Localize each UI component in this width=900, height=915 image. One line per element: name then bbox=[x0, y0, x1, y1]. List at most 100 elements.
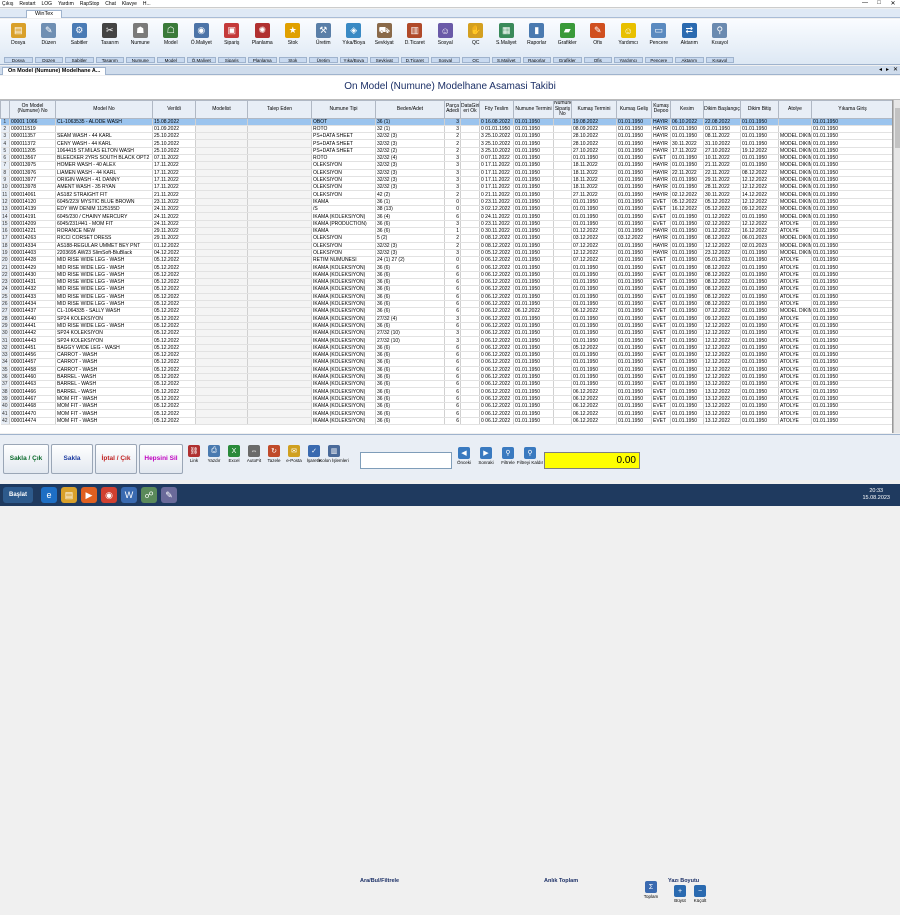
cancel-exit-button[interactable]: İptal / Çık bbox=[95, 444, 137, 474]
column-header[interactable]: Beden/Adet bbox=[375, 100, 445, 119]
tool-button-refresh[interactable]: ↻ Tazele bbox=[266, 445, 282, 475]
menu-item[interactable]: Yardım bbox=[58, 1, 74, 7]
column-header[interactable]: Modelist bbox=[195, 100, 248, 119]
table-row[interactable]: 9 000013977 ORIGIN WASH - 41 DANNY 17.11.20… bbox=[0, 176, 892, 185]
ribbon-button--retim[interactable]: ⚒ Üretim Üretim bbox=[308, 19, 339, 65]
table-row[interactable]: 3 000011357 SEAM WASH - 44 KARL 25.10.2022 P… bbox=[0, 132, 892, 141]
table-row[interactable]: 41 000014470 MOM FIT - WASH 05.12.2022 IKAMA… bbox=[0, 409, 892, 418]
table-row[interactable]: 15 000014209 6045/231/441 - MOM FIT 24.11.2… bbox=[0, 220, 892, 228]
close-button[interactable]: ✕ bbox=[886, 0, 900, 7]
network-icon[interactable]: ☍ bbox=[141, 487, 157, 503]
column-header[interactable]: Atolye bbox=[778, 100, 812, 119]
ribbon-button-ofis[interactable]: ✎ Ofis Ofis bbox=[583, 19, 614, 65]
ribbon-dropdown[interactable]: Ö.Maliyet bbox=[187, 57, 216, 63]
table-row[interactable]: 17 000014263 RICCI CORSET DRESS 29.11.2022 O… bbox=[0, 234, 892, 243]
close-tab-icon[interactable]: ✕ bbox=[893, 66, 898, 73]
ribbon-dropdown[interactable]: Düzen bbox=[34, 57, 63, 63]
ribbon-button-y-ka-boya[interactable]: ◈ Yıka/Boya Yıka/Boya bbox=[339, 19, 370, 65]
wintex-icon[interactable]: W bbox=[121, 487, 137, 503]
font-decrease-button[interactable]: − Küçült bbox=[692, 885, 708, 915]
table-row[interactable]: 34 000014457 CARROT - WASH 05.12.2022 IKAMA … bbox=[0, 358, 892, 367]
table-row[interactable]: 1 00001 1066 CL-1063535 - ALODE WASH 15.08.… bbox=[0, 118, 892, 126]
table-row[interactable]: 35 000014458 CARROT - WASH 05.12.2022 IKAMA … bbox=[0, 366, 892, 374]
menu-item[interactable]: Klavye bbox=[122, 1, 137, 7]
nav-button-arrow-right[interactable]: ▶ Sonraki bbox=[478, 447, 494, 477]
column-header[interactable] bbox=[0, 100, 10, 119]
ribbon-dropdown[interactable]: Sosyal bbox=[431, 57, 460, 63]
table-row[interactable]: 11 000014061 AS182 STRAIGHT FIT 21.11.2022 O… bbox=[0, 190, 892, 199]
ribbon-dropdown[interactable]: Yıka/Boya bbox=[339, 57, 368, 63]
delete-all-button[interactable]: Hepsini Sil bbox=[139, 444, 183, 474]
tool-button-autofit[interactable]: ⇔ AutoFit bbox=[246, 445, 262, 475]
nav-button-filter[interactable]: ⚲ Filtrele bbox=[500, 447, 516, 477]
nav-button-clear-filter[interactable]: ⚲ Filtreyi Kaldır bbox=[517, 447, 543, 477]
ie-icon[interactable]: e bbox=[41, 487, 57, 503]
table-row[interactable]: 12 000014120 6045/223/ MYSTIC BLUE BROWN 23… bbox=[0, 198, 892, 207]
ribbon-dropdown[interactable]: Tasarım bbox=[95, 57, 124, 63]
chevron-right-icon[interactable]: ▸ bbox=[886, 66, 889, 73]
save-exit-button[interactable]: Sakla / Çık bbox=[3, 444, 49, 474]
column-header[interactable]: Numune Tipi bbox=[311, 100, 376, 119]
table-row[interactable]: 25 000014433 MID RISE WIDE LEG - WASH 05.12… bbox=[0, 293, 892, 301]
ribbon-button-model[interactable]: ☖ Model Model bbox=[156, 19, 187, 65]
table-row[interactable]: 14 000014191 6045/230 / CHAINY MERCURY 24.1… bbox=[0, 212, 892, 221]
table-row[interactable]: 20 000014428 MID RISE WIDE LEG - WASH 05.12… bbox=[0, 256, 892, 265]
column-header[interactable]: Verildi bbox=[152, 100, 196, 119]
ribbon-dropdown[interactable]: Grafikler bbox=[553, 57, 582, 63]
tool-button-email[interactable]: ✉ e-Posta bbox=[286, 445, 302, 475]
table-row[interactable]: 28 000014440 SP24 KOLEKSIYON 05.12.2022 IKAM… bbox=[0, 315, 892, 323]
table-row[interactable]: 31 000014443 SP24 KOLEKSIYON 05.12.2022 IKAM… bbox=[0, 336, 892, 345]
ribbon-dropdown[interactable]: Raporlar bbox=[522, 57, 551, 63]
ribbon-button-d-zen[interactable]: ✎ Düzen Düzen bbox=[34, 19, 65, 65]
menu-item[interactable]: Chat bbox=[105, 1, 116, 7]
table-row[interactable]: 32 000014451 BAGGY WIDE LEG - WASH 05.12.20… bbox=[0, 344, 892, 353]
table-row[interactable]: 21 000014429 MID RISE WIDE LEG - WASH 05.12… bbox=[0, 263, 892, 272]
chrome-icon[interactable]: ◉ bbox=[101, 487, 117, 503]
ribbon-button-k-sayol[interactable]: ⚲ Kısayol Kısayol bbox=[705, 19, 736, 65]
column-header[interactable]: Dikim Başlangıç bbox=[703, 100, 741, 119]
menu-item[interactable]: Çıkış bbox=[2, 1, 13, 7]
table-row[interactable]: 19 000014403 2203695 AW23 SlimSoft-BluBlac… bbox=[0, 249, 892, 258]
menu-item[interactable]: RapStop bbox=[80, 1, 99, 7]
table-row[interactable]: 8 000013976 LIAMEN WASH - 44 KARL 17.11.202… bbox=[0, 169, 892, 177]
save-button[interactable]: Sakla bbox=[51, 444, 93, 474]
ribbon-button-yard-mc-[interactable]: ☺ Yardımcı Yardımcı bbox=[613, 19, 644, 65]
ribbon-button-numune[interactable]: ☗ Numune Numune bbox=[125, 19, 156, 65]
ribbon-button-aktar-m[interactable]: ⇄ Aktarım Aktarım bbox=[674, 19, 705, 65]
column-header[interactable]: Dikim Bitiş bbox=[740, 100, 779, 119]
ribbon-button-d-ticaret[interactable]: ▥ D.Ticaret D.Ticaret bbox=[400, 19, 431, 65]
ribbon-dropdown[interactable]: Üretim bbox=[309, 57, 338, 63]
tool-icon[interactable]: ✎ bbox=[161, 487, 177, 503]
table-row[interactable]: 26 000014434 MID RISE WIDE LEG - WASH 05.12… bbox=[0, 300, 892, 309]
ribbon-dropdown[interactable]: S.Maliyet bbox=[492, 57, 521, 63]
ribbon-dropdown[interactable]: Pencere bbox=[644, 57, 673, 63]
ribbon-button-sipari-[interactable]: ▣ Sipariş Sipariş bbox=[217, 19, 248, 65]
ribbon-dropdown[interactable]: Kısayol bbox=[705, 57, 734, 63]
ribbon-button-qc[interactable]: ✋ QC QC bbox=[461, 19, 492, 65]
ribbon-button-raporlar[interactable]: ▮ Raporlar Raporlar bbox=[522, 19, 553, 65]
ribbon-dropdown[interactable]: Ofis bbox=[583, 57, 612, 63]
ribbon-dropdown[interactable]: Stok bbox=[278, 57, 307, 63]
ribbon-button-grafikler[interactable]: ▰ Grafikler Grafikler bbox=[552, 19, 583, 65]
data-grid[interactable]: On Model (Numune) No Model No Verildi Model… bbox=[0, 100, 893, 433]
maximize-button[interactable]: □ bbox=[872, 0, 886, 7]
ribbon-dropdown[interactable]: Aktarım bbox=[675, 57, 704, 63]
ribbon-button-sevkiyat[interactable]: ⛟ Sevkiyat Sevkiyat bbox=[369, 19, 400, 65]
table-row[interactable]: 39 000014467 MOM FIT - WASH 05.12.2022 IKAMA… bbox=[0, 395, 892, 404]
menu-item[interactable]: H... bbox=[143, 1, 151, 7]
table-row[interactable]: 40 000014468 MOM FIT - WASH 05.12.2022 IKAMA… bbox=[0, 402, 892, 411]
tool-button-columns[interactable]: ▥ Kolon İşlemleri bbox=[319, 445, 349, 475]
sum-button[interactable]: Σ Toplam bbox=[643, 881, 659, 911]
table-row[interactable]: 27 000014437 CL-1064335 - SALLY WASH 05.12.… bbox=[0, 307, 892, 316]
table-row[interactable]: 38 000014466 BARREL - WASH 05.12.2022 IKAMA … bbox=[0, 387, 892, 396]
app-tab[interactable]: WinTex bbox=[26, 10, 63, 18]
ribbon-dropdown[interactable]: Numune bbox=[126, 57, 155, 63]
table-row[interactable]: 22 000014430 MID RISE WIDE LEG - WASH 05.12… bbox=[0, 271, 892, 280]
column-header[interactable]: Kesim bbox=[670, 100, 704, 119]
chevron-left-icon[interactable]: ◂ bbox=[879, 66, 882, 73]
ribbon-dropdown[interactable]: Model bbox=[156, 57, 185, 63]
tool-button-print[interactable]: ⎙ Yazdır bbox=[206, 445, 222, 475]
vertical-scrollbar[interactable] bbox=[893, 100, 900, 433]
table-row[interactable]: 37 000014463 BARREL - WASH 05.12.2022 IKAMA … bbox=[0, 380, 892, 389]
ribbon-button-sosyal[interactable]: ☺ Sosyal Sosyal bbox=[430, 19, 461, 65]
